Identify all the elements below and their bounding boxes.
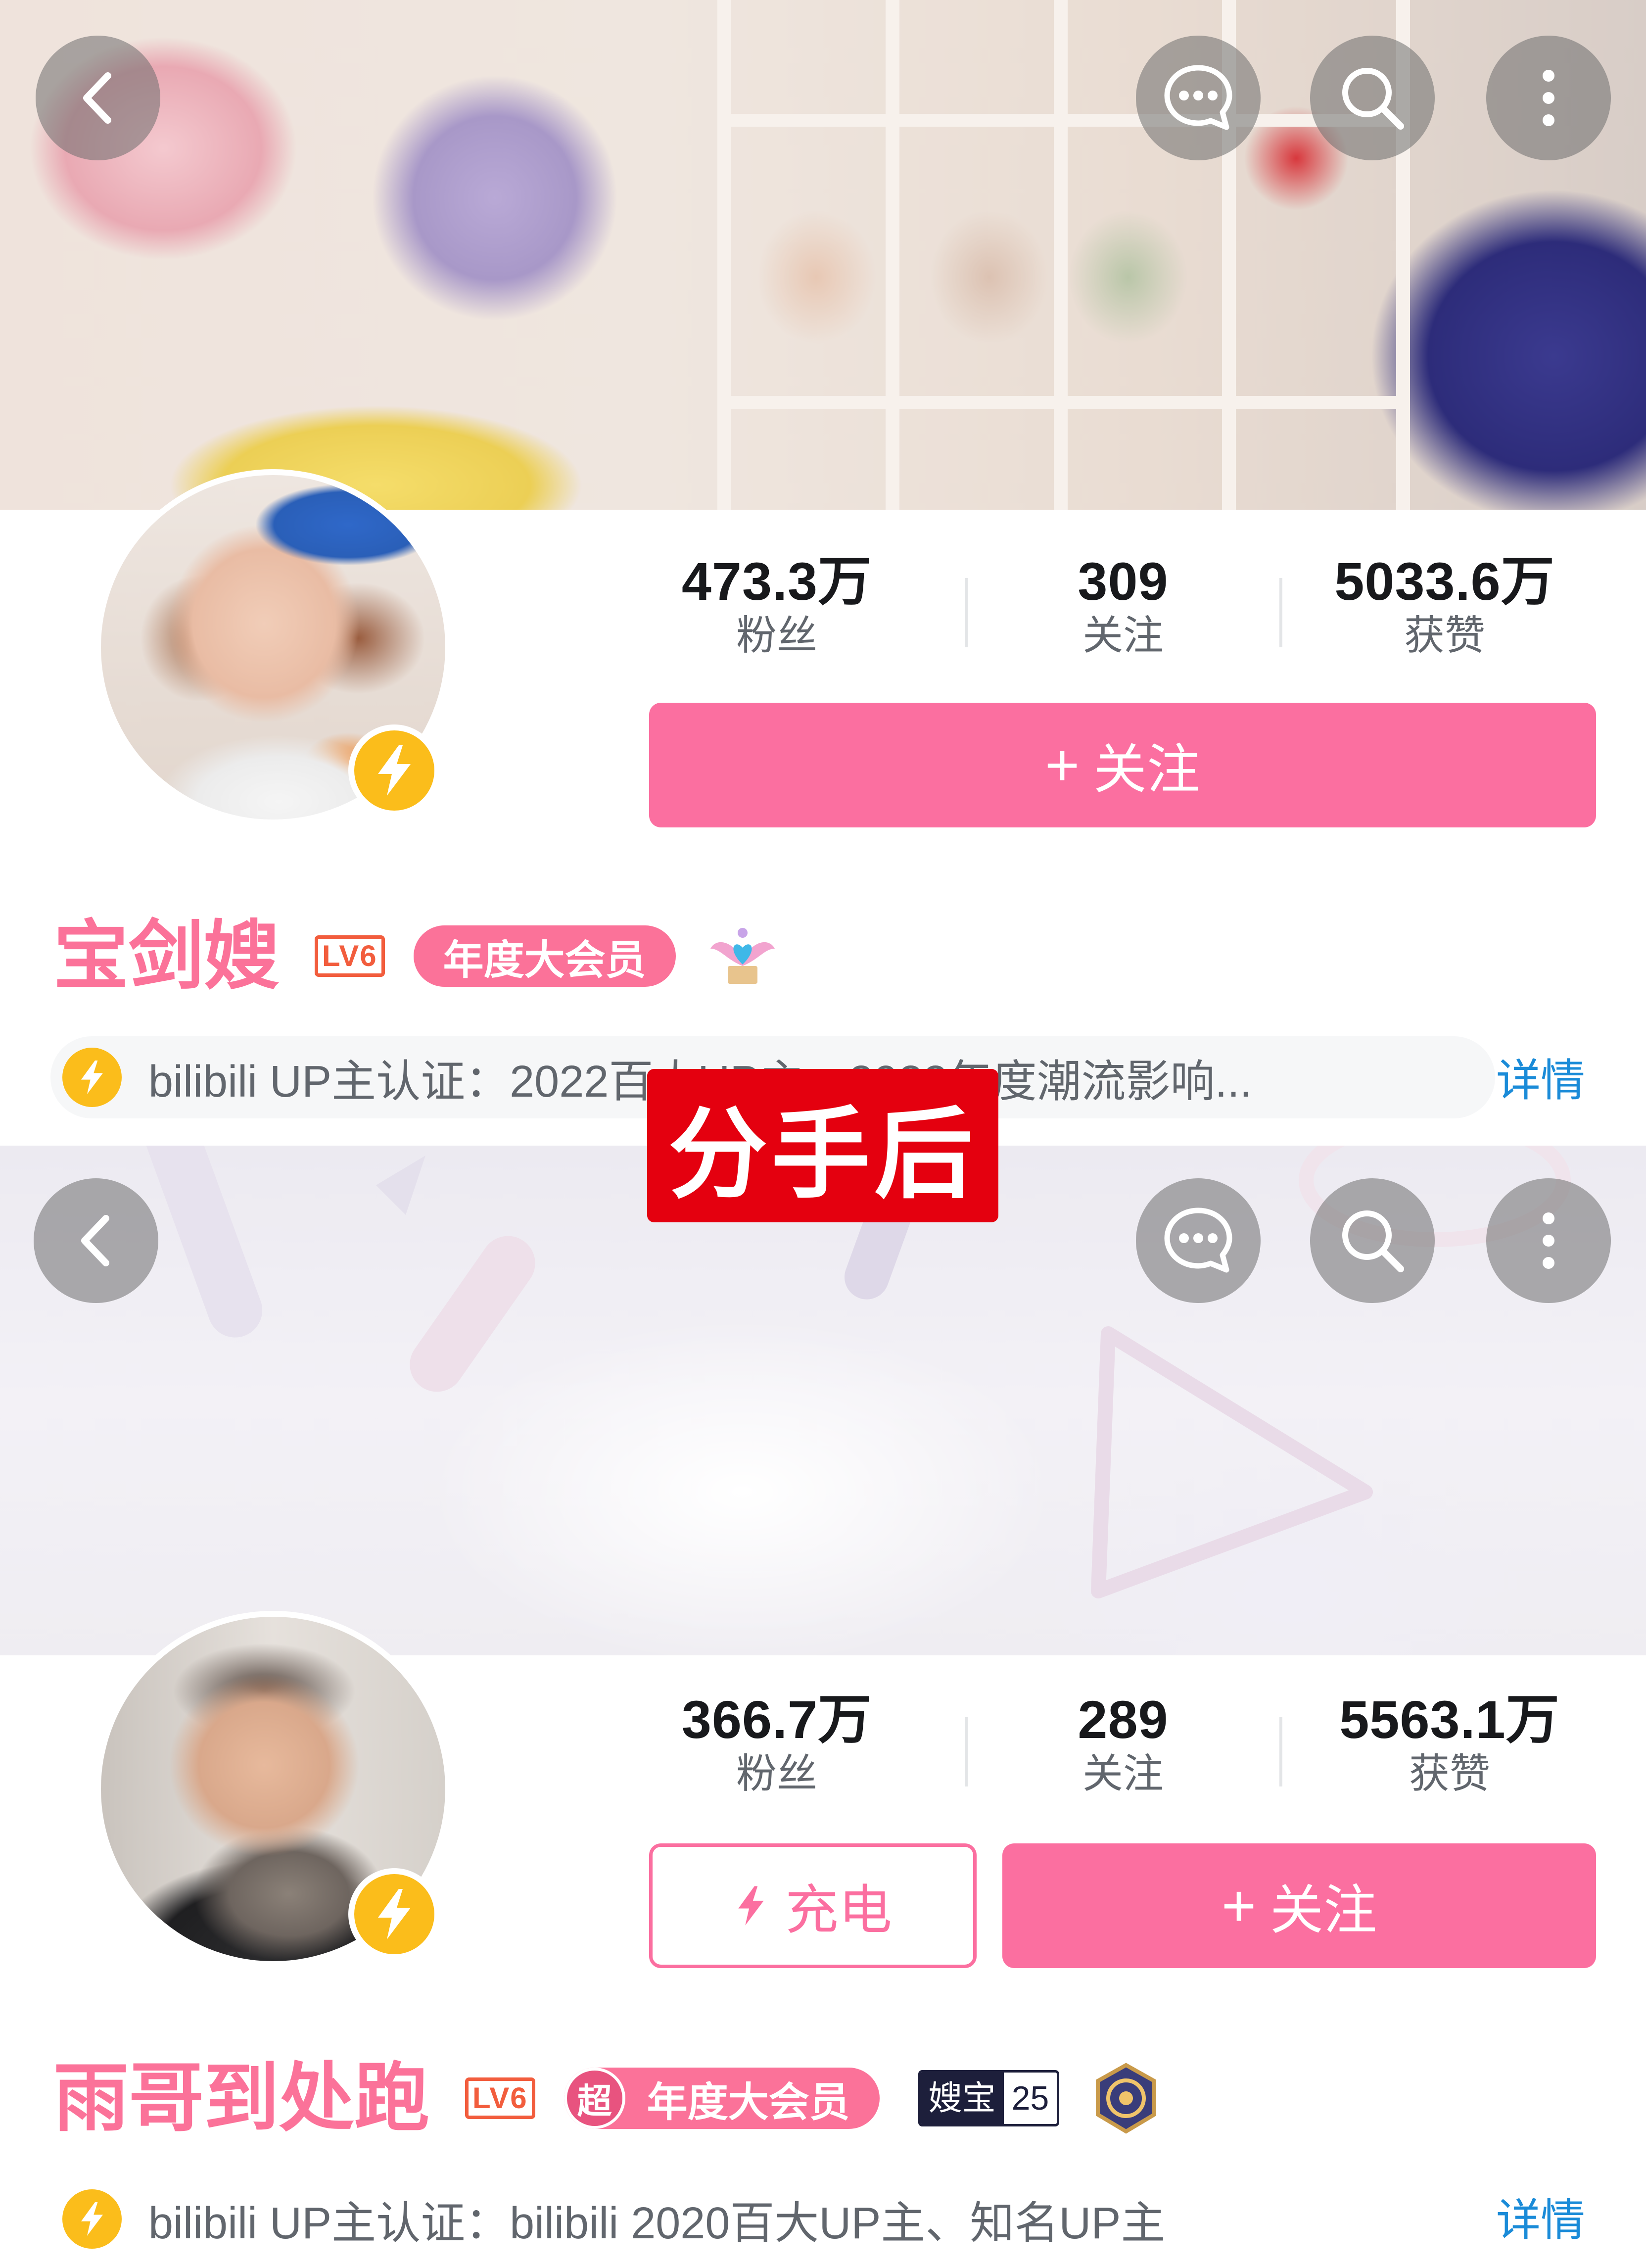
certification-detail-link[interactable]: 详情 [1496, 2184, 1585, 2248]
likes-label: 获赞 [1409, 1751, 1490, 1796]
likes-stat[interactable]: 5563.1万 获赞 [1306, 1690, 1593, 1799]
follow-button[interactable]: + 关注 [1002, 1843, 1596, 1968]
stat-divider [965, 1717, 968, 1786]
following-count: 309 [1078, 551, 1169, 611]
search-button[interactable] [1310, 36, 1435, 160]
lightning-bolt-icon [62, 2189, 122, 2249]
wing-decoration-badge-icon[interactable] [705, 919, 780, 993]
follow-button[interactable]: + 关注 [649, 703, 1596, 827]
vip-badge[interactable]: 年度大会员 [413, 925, 676, 987]
overlay-caption: 分手后 [647, 1069, 998, 1222]
profile-card-bottom: 366.7万 粉丝 289 关注 5563.1万 获赞 充电 + 关注 雨哥到处… [0, 1146, 1646, 2268]
level-badge[interactable]: LV6 [315, 935, 385, 977]
search-button[interactable] [1310, 1178, 1435, 1303]
charge-button[interactable]: 充电 [649, 1843, 977, 1968]
fan-medal[interactable]: 嫂宝 25 [918, 2070, 1060, 2126]
followers-count: 473.3万 [681, 551, 872, 611]
vip-badge-label: 年度大会员 [647, 2079, 850, 2125]
top100-badge-icon[interactable] [1089, 2061, 1163, 2135]
stat-divider [1279, 578, 1282, 647]
lightning-bolt-icon [62, 1048, 122, 1107]
likes-label: 获赞 [1404, 613, 1485, 658]
certification-text: bilibili UP主认证：bilibili 2020百大UP主、知名UP主 [148, 2199, 1166, 2248]
message-icon [1164, 65, 1232, 130]
following-stat[interactable]: 309 关注 [994, 552, 1252, 661]
up-verified-badge [348, 724, 440, 817]
up-verified-badge [348, 1868, 440, 1960]
profile-card-top: 473.3万 粉丝 309 关注 5033.6万 获赞 + 关注 宝剑嫂 LV6… [0, 0, 1646, 1146]
username: 雨哥到处跑 [53, 2056, 429, 2140]
stat-divider [965, 578, 968, 647]
back-button[interactable] [34, 1178, 158, 1303]
followers-label: 粉丝 [736, 1751, 817, 1796]
super-vip-icon: 超 [564, 2068, 625, 2129]
username: 宝剑嫂 [53, 914, 279, 998]
doll-shelf-image [717, 0, 1410, 510]
following-stat[interactable]: 289 关注 [994, 1690, 1252, 1799]
followers-stat[interactable]: 366.7万 粉丝 [648, 1690, 905, 1799]
plus-icon: + [1044, 732, 1080, 798]
stat-divider [1279, 1717, 1282, 1786]
charge-button-label: 充电 [785, 1880, 892, 1940]
back-arrow-icon [83, 72, 111, 124]
more-button[interactable] [1486, 36, 1611, 160]
followers-count: 366.7万 [681, 1689, 872, 1749]
likes-count: 5033.6万 [1334, 551, 1555, 611]
vip-badge[interactable]: 超 年度大会员 [564, 2068, 880, 2129]
more-button[interactable] [1486, 1178, 1611, 1303]
followers-label: 粉丝 [736, 613, 817, 658]
name-row: 雨哥到处跑 LV6 超 年度大会员 嫂宝 25 [53, 2054, 1163, 2143]
fan-medal-name: 嫂宝 [920, 2073, 1004, 2124]
back-arrow-icon [81, 1215, 109, 1266]
following-label: 关注 [1082, 613, 1164, 658]
followers-stat[interactable]: 473.3万 粉丝 [648, 552, 905, 661]
more-vertical-icon [1543, 70, 1554, 126]
search-icon [1342, 68, 1404, 130]
lightning-bolt-icon [738, 1886, 764, 1926]
likes-count: 5563.1万 [1339, 1689, 1560, 1749]
certification-bar[interactable]: bilibili UP主认证：bilibili 2020百大UP主、知名UP主 [50, 2178, 1165, 2260]
message-icon [1164, 1207, 1232, 1273]
likes-stat[interactable]: 5033.6万 获赞 [1301, 552, 1588, 661]
fan-medal-level: 25 [1003, 2073, 1057, 2124]
follow-button-label: 关注 [1270, 1880, 1377, 1940]
certification-detail-link[interactable]: 详情 [1496, 1044, 1585, 1109]
message-button[interactable] [1136, 1178, 1261, 1303]
name-row: 宝剑嫂 LV6 年度大会员 [53, 912, 780, 1001]
lightning-bolt-icon [378, 745, 411, 796]
follow-button-label: 关注 [1093, 739, 1201, 799]
message-button[interactable] [1136, 36, 1261, 160]
following-label: 关注 [1082, 1751, 1164, 1796]
plus-icon: + [1221, 1873, 1257, 1939]
lightning-bolt-icon [378, 1889, 411, 1939]
search-icon [1342, 1210, 1404, 1272]
level-badge[interactable]: LV6 [465, 2077, 535, 2119]
more-vertical-icon [1543, 1212, 1554, 1269]
back-button[interactable] [36, 36, 160, 160]
following-count: 289 [1078, 1689, 1169, 1749]
